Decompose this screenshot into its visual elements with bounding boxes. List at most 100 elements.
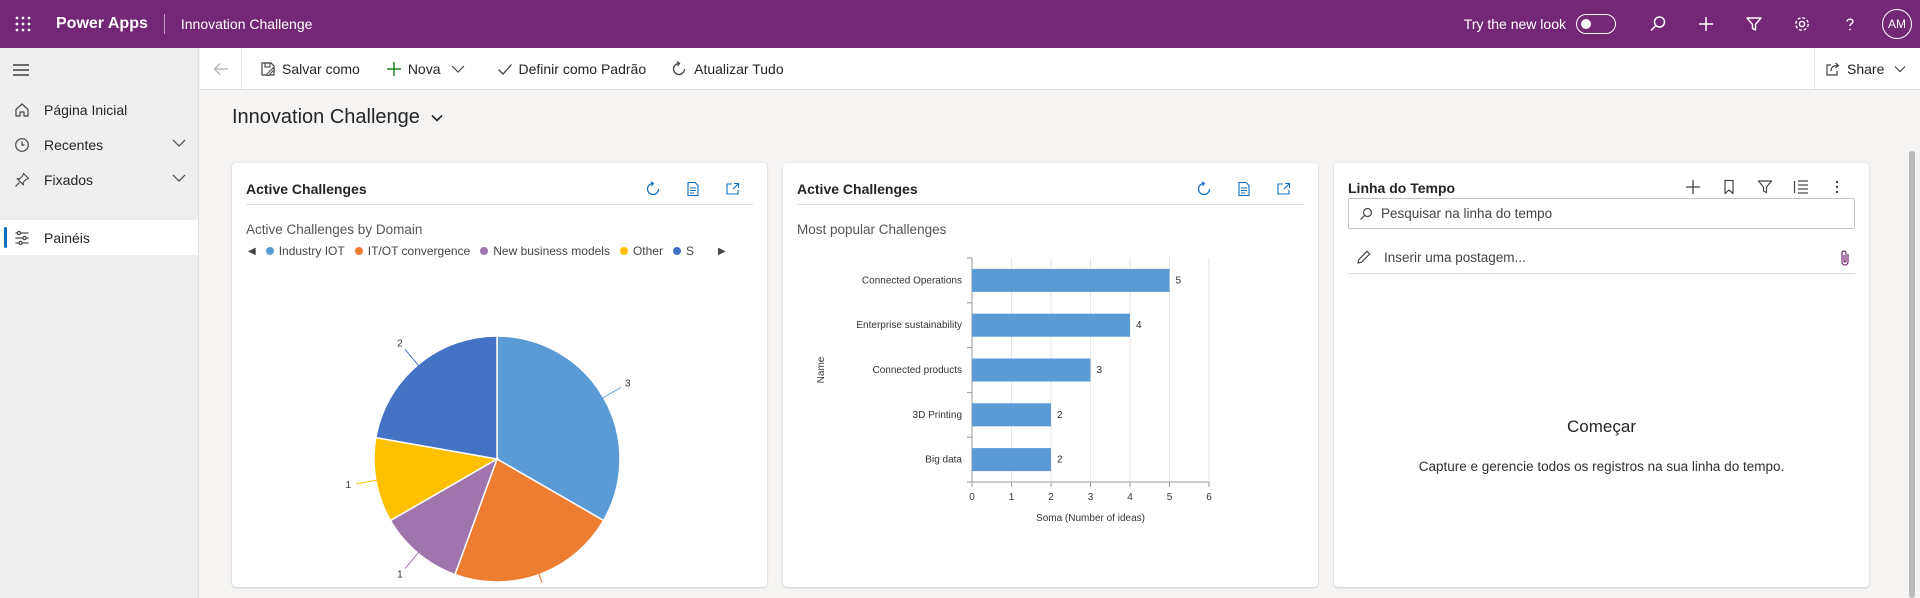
expand-icon: [1277, 182, 1291, 195]
sidebar-item-pinned[interactable]: Fixados: [0, 162, 198, 197]
bar-data-label: 5: [1176, 275, 1182, 286]
share-label: Share: [1847, 61, 1885, 77]
view-records-button[interactable]: [673, 177, 713, 201]
refresh-icon: [673, 60, 686, 75]
plus-icon: [1699, 17, 1713, 31]
expand-chart-button[interactable]: [1264, 177, 1304, 201]
pie-data-label: 1: [346, 480, 352, 491]
chart-legend: ◀ Industry IOT IT/OT convergence New bus…: [246, 244, 736, 258]
bar-chart: Connected Operations 5 Enterprise sustaina…: [816, 257, 1212, 524]
refresh-chart-button[interactable]: [633, 177, 673, 201]
category-label: Enterprise sustainability: [856, 320, 962, 331]
save-as-label: Salvar como: [282, 60, 360, 77]
card-header: Active Challenges: [797, 175, 1304, 205]
timeline-post-input[interactable]: Inserir uma postagem...: [1348, 241, 1855, 274]
new-look-toggle[interactable]: [1576, 14, 1616, 34]
bar: [972, 268, 1170, 292]
legend-prev-button[interactable]: ◀: [248, 246, 256, 257]
dashboard-icon: [15, 230, 29, 245]
pie-chart: 32112: [346, 335, 631, 583]
view-records-button[interactable]: [1224, 177, 1264, 201]
legend-label: Industry IOT: [278, 244, 345, 258]
legend-label: New business models: [493, 244, 610, 258]
chevron-down-icon[interactable]: [1894, 64, 1906, 74]
sidebar-item-label: Página Inicial: [44, 101, 128, 118]
pie-data-label: 1: [397, 570, 403, 581]
help-button[interactable]: [1826, 0, 1874, 48]
chevron-down-icon[interactable]: [172, 173, 186, 183]
more-options-button[interactable]: [1819, 173, 1855, 201]
view-records-icon: [1238, 181, 1250, 197]
refresh-chart-button[interactable]: [1184, 177, 1224, 201]
help-icon: [1846, 18, 1854, 31]
timeline-search-input[interactable]: [1381, 206, 1781, 221]
bar-data-label: 3: [1097, 365, 1103, 376]
share-icon: [1826, 62, 1840, 76]
refresh-all-label: Atualizar Tudo: [694, 60, 784, 77]
new-button[interactable]: [1682, 0, 1730, 48]
pie-chart-card: Active Challenges Active Challenges by D…: [232, 163, 767, 587]
bar-data-label: 2: [1057, 455, 1063, 466]
legend-swatch: [672, 247, 681, 255]
save-as-button[interactable]: Salvar como: [252, 48, 368, 90]
x-tick-label: 6: [1206, 492, 1212, 503]
pie-leader-line: [404, 551, 420, 569]
save-as-icon: [261, 61, 276, 76]
app-title[interactable]: Innovation Challenge: [181, 16, 313, 32]
collapse-nav-button[interactable]: [0, 48, 198, 92]
sidebar-item-recent[interactable]: Recentes: [0, 127, 198, 162]
refresh-all-button[interactable]: Atualizar Tudo: [662, 48, 792, 90]
more-vertical-icon: [1835, 180, 1839, 194]
bookmark-button[interactable]: [1711, 173, 1747, 201]
pin-icon: [15, 172, 30, 187]
legend-swatch: [265, 247, 274, 255]
user-avatar[interactable]: AM: [1882, 9, 1912, 39]
legend-label: Other: [632, 244, 663, 258]
x-tick-label: 1: [1009, 492, 1015, 503]
add-record-button[interactable]: [1675, 173, 1711, 201]
try-new-look-label: Try the new look: [1463, 16, 1566, 32]
plus-icon: [1686, 180, 1700, 194]
chart-subtitle: Active Challenges by Domain: [246, 222, 423, 237]
x-tick-label: 3: [1088, 492, 1094, 503]
refresh-icon: [1197, 181, 1211, 196]
filter-icon: [1746, 17, 1762, 31]
filter-button[interactable]: [1747, 173, 1783, 201]
settings-button[interactable]: [1778, 0, 1826, 48]
bar: [972, 313, 1130, 337]
page-scrollbar[interactable]: [1909, 151, 1915, 598]
app-launcher-button[interactable]: [0, 0, 46, 48]
sidebar-item-home[interactable]: Página Inicial: [0, 92, 198, 127]
expand-chart-button[interactable]: [713, 177, 753, 201]
sidebar-item-dashboards[interactable]: Painéis: [0, 220, 198, 255]
bar-data-label: 4: [1136, 320, 1142, 331]
app-name[interactable]: Power Apps: [56, 15, 148, 33]
filter-button[interactable]: [1730, 0, 1778, 48]
sidebar-item-label: Fixados: [44, 171, 94, 188]
bar: [972, 403, 1051, 427]
legend-label: S: [685, 244, 694, 258]
timeline-empty-text: Capture e gerencie todos os registros na…: [1418, 459, 1785, 474]
pencil-icon: [1357, 250, 1371, 264]
legend-swatch: [619, 247, 628, 255]
chevron-down-icon[interactable]: [451, 64, 465, 74]
x-tick-label: 0: [969, 492, 975, 503]
back-button[interactable]: [200, 47, 242, 90]
legend-swatch: [480, 247, 489, 255]
share-button[interactable]: Share: [1814, 48, 1920, 90]
new-dashboard-button[interactable]: Nova: [378, 48, 479, 90]
app-header: Power Apps Innovation Challenge Try the …: [0, 0, 1920, 48]
paperclip-icon[interactable]: [1839, 249, 1851, 267]
gear-icon: [1795, 17, 1809, 31]
home-icon: [15, 102, 29, 117]
page-title: Innovation Challenge: [232, 106, 420, 128]
legend-next-button[interactable]: ▶: [718, 246, 726, 257]
search-button[interactable]: [1634, 0, 1682, 48]
set-as-default-button[interactable]: Definir como Padrão: [489, 48, 655, 90]
chevron-down-icon[interactable]: [172, 138, 186, 148]
dashboard-selector[interactable]: Innovation Challenge: [232, 106, 444, 129]
sort-button[interactable]: [1783, 173, 1819, 201]
card-title: Active Challenges: [246, 181, 367, 197]
sort-list-icon: [1793, 180, 1808, 194]
